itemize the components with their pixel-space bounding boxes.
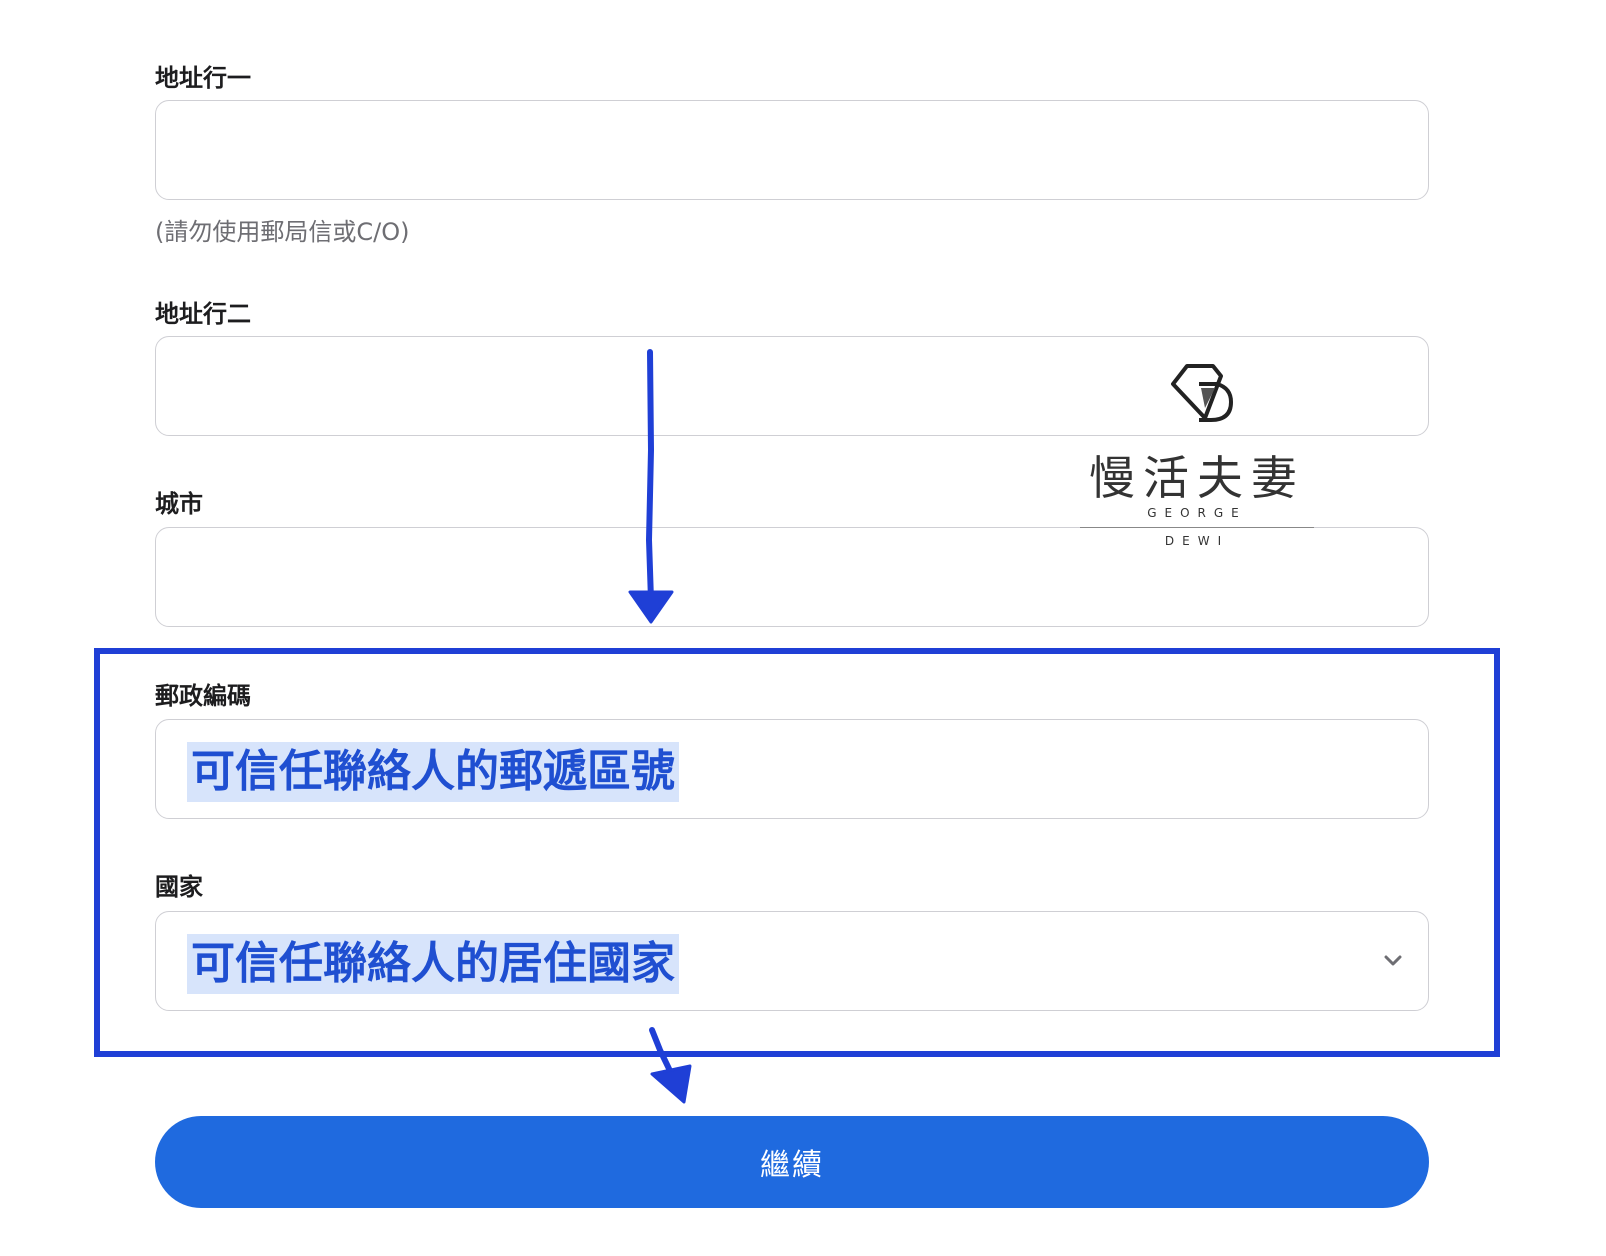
postal-code-input[interactable]: 可信任聯絡人的郵遞區號 [155, 719, 1429, 819]
postal-code-value: 可信任聯絡人的郵遞區號 [187, 742, 679, 802]
watermark-brand: 慢活夫妻 [1089, 451, 1305, 505]
address-line1-hint: (請勿使用郵局信或C/O) [155, 218, 410, 246]
address-line2-label: 地址行二 [155, 300, 251, 328]
address-line1-label: 地址行一 [155, 64, 251, 92]
country-label: 國家 [155, 873, 203, 901]
diamond-logo-icon [1171, 364, 1234, 422]
postal-code-label: 郵政編碼 [155, 682, 251, 710]
arrow-down-icon [649, 1027, 692, 1104]
country-select[interactable]: 可信任聯絡人的居住國家 [155, 911, 1429, 1011]
watermark-logo: 慢活夫妻 GEORGE DEWI [1080, 362, 1314, 562]
address-line1-input[interactable] [155, 100, 1429, 200]
watermark-divider [1080, 527, 1314, 528]
continue-button[interactable]: 繼續 [155, 1116, 1429, 1208]
city-label: 城市 [155, 490, 203, 518]
country-value: 可信任聯絡人的居住國家 [187, 934, 679, 994]
watermark-line1: GEORGE [1147, 506, 1247, 520]
chevron-down-icon [1384, 955, 1402, 966]
watermark-line2: DEWI [1164, 534, 1230, 548]
